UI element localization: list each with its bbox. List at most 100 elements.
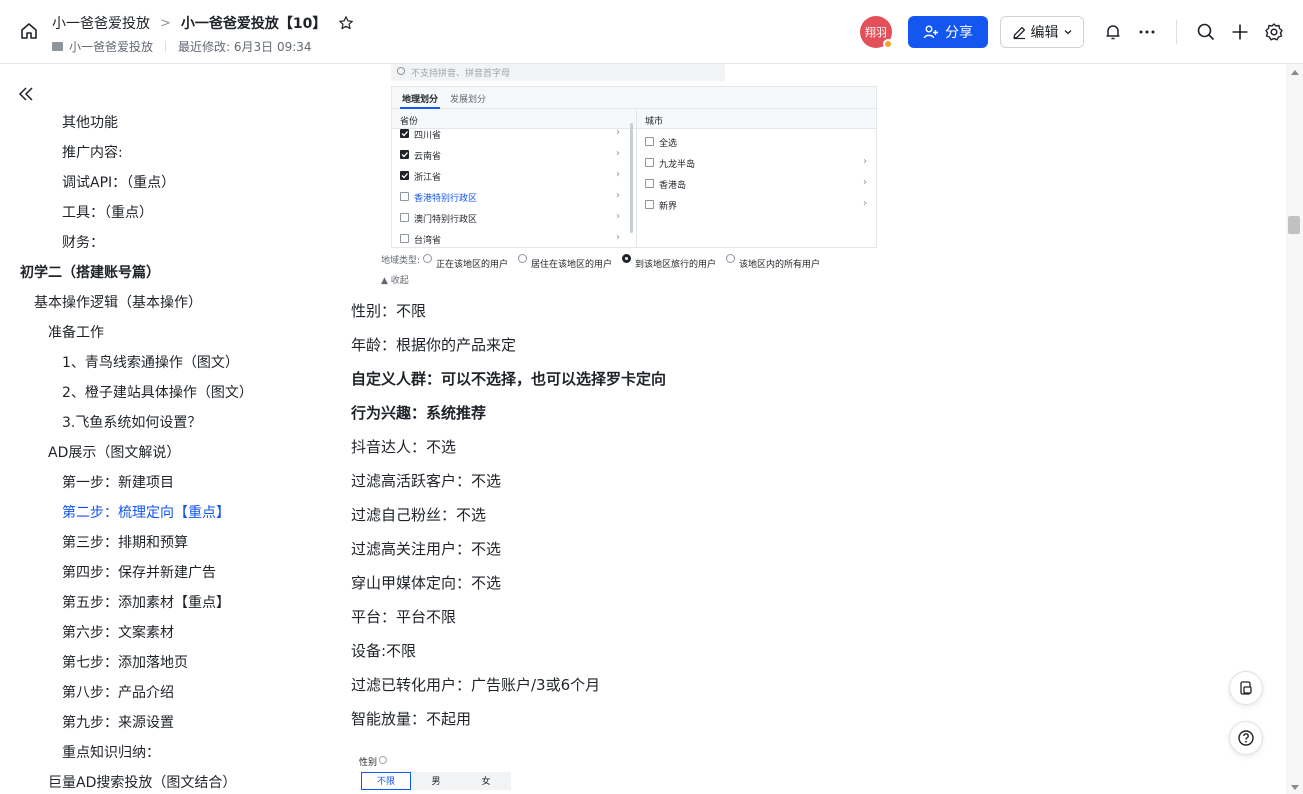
star-icon[interactable]	[338, 15, 354, 31]
collapse-sidebar-icon[interactable]	[16, 84, 36, 104]
scrollbar[interactable]	[1286, 64, 1303, 794]
paragraph: 自定义人群：可以不选择，也可以选择罗卡定向	[351, 370, 667, 388]
province-row[interactable]: 台湾省 ›	[392, 228, 636, 249]
toc-item[interactable]: 巨量AD搜索投放（图文结合）	[0, 768, 330, 794]
checkbox[interactable]	[400, 129, 409, 138]
share-button[interactable]: 分享	[908, 16, 988, 48]
col-city: 城市	[645, 117, 664, 127]
checkbox[interactable]	[645, 137, 654, 146]
toc-item[interactable]: 第三步：排期和预算	[0, 528, 330, 558]
breadcrumb-parent[interactable]: 小一爸爸爱投放	[52, 13, 150, 33]
help-button[interactable]	[1229, 721, 1263, 755]
radio[interactable]	[622, 254, 632, 263]
top-bar: 小一爸爸爱投放 > 小一爸爸爱投放【10】 小一爸爸爱投放 最近修改: 6月3日…	[0, 0, 1303, 64]
plus-icon[interactable]	[1229, 21, 1251, 43]
search-icon[interactable]	[1195, 21, 1217, 43]
toc-item[interactable]: AD展示（图文解说）	[0, 438, 330, 468]
toc-item[interactable]: 第八步：产品介绍	[0, 678, 330, 708]
checkbox[interactable]	[400, 171, 409, 180]
folder-name[interactable]: 小一爸爸爱投放	[69, 38, 153, 55]
city-row[interactable]: 全选	[637, 133, 876, 154]
radio[interactable]	[423, 254, 432, 263]
radio-option[interactable]: 该地区内的所有用户	[726, 252, 820, 271]
toc-item[interactable]: 第七步：添加落地页	[0, 648, 330, 678]
paragraph: 行为兴趣：系统推荐	[351, 404, 487, 422]
toc-item[interactable]: 财务：	[0, 228, 330, 258]
toc-item[interactable]: 第一步：新建项目	[0, 468, 330, 498]
city-label: 全选	[659, 139, 678, 149]
toc-item[interactable]: 第五步：添加素材【重点】	[0, 588, 330, 618]
city-row[interactable]: 九龙半岛 ›	[637, 154, 876, 175]
document-icon	[1240, 681, 1252, 695]
chevron-right-icon: ›	[616, 211, 620, 222]
toc-item[interactable]: 工具：（重点）	[0, 198, 330, 228]
province-scrollbar[interactable]	[630, 123, 633, 233]
gender-option[interactable]: 男	[411, 772, 461, 790]
toc-item[interactable]: 重点知识归纳：	[0, 738, 330, 768]
add-user-icon	[923, 25, 938, 39]
gender-options: 不限男女	[361, 772, 511, 790]
toc-item[interactable]: 准备工作	[0, 318, 330, 348]
outline-toggle-button[interactable]	[1229, 671, 1263, 705]
checkbox[interactable]	[645, 158, 654, 167]
gender-option[interactable]: 女	[461, 772, 511, 790]
toc-item[interactable]: 基本操作逻辑（基本操作）	[0, 288, 330, 318]
home-icon[interactable]	[18, 20, 40, 42]
toc-item[interactable]: 3.飞鱼系统如何设置？	[0, 408, 330, 438]
radio-option[interactable]: 到该地区旅行的用户	[622, 252, 716, 271]
checkbox[interactable]	[400, 234, 409, 243]
toc-item[interactable]: 第四步：保存并新建广告	[0, 558, 330, 588]
checkbox[interactable]	[645, 200, 654, 209]
checkbox[interactable]	[400, 150, 409, 159]
paragraph: 过滤已转化用户：广告账户/3或6个月	[351, 676, 601, 694]
scroll-up-arrow[interactable]	[1291, 70, 1299, 75]
city-row[interactable]: 新界 ›	[637, 196, 876, 217]
toc-item[interactable]: 推广内容:	[0, 138, 330, 168]
city-list: 全选九龙半岛 › 香港岛 › 新界 ›	[637, 133, 876, 217]
region-type-row: 地域类型: 正在该地区的用户 居住在该地区的用户 到该地区旅行的用户 该地区内的所有用…	[381, 252, 921, 270]
province-row[interactable]: 四川省 ›	[392, 123, 636, 144]
city-label: 九龙半岛	[659, 160, 696, 170]
radio[interactable]	[518, 254, 528, 263]
edit-button[interactable]: 编辑	[1000, 16, 1084, 48]
toc-item[interactable]: 第六步：文案素材	[0, 618, 330, 648]
gender-option[interactable]: 不限	[361, 772, 411, 790]
toc-item[interactable]: 第九步：来源设置	[0, 708, 330, 738]
radio[interactable]	[726, 254, 736, 263]
province-row[interactable]: 澳门特别行政区 ›	[392, 207, 636, 228]
paragraph: 设备:不限	[351, 642, 417, 660]
region-tabs: 地理划分 发展划分	[392, 87, 876, 109]
scroll-thumb[interactable]	[1288, 216, 1300, 234]
gear-icon[interactable]	[1263, 21, 1285, 43]
province-label: 四川省	[414, 131, 442, 141]
toc-item[interactable]: 2、橙子建站具体操作（图文）	[0, 378, 330, 408]
toc-item[interactable]: 调试API：（重点）	[0, 168, 330, 198]
checkbox[interactable]	[400, 213, 409, 222]
checkbox[interactable]	[645, 179, 654, 188]
tab-dev: 发展划分	[450, 95, 487, 105]
toc-item[interactable]: 初学二（搭建账号篇）	[0, 258, 330, 288]
province-row[interactable]: 浙江省 ›	[392, 165, 636, 186]
city-row[interactable]: 香港岛 ›	[637, 175, 876, 196]
paragraph: 过滤自己粉丝：不选	[351, 506, 487, 524]
breadcrumb: 小一爸爸爱投放 > 小一爸爸爱投放【10】	[52, 13, 354, 33]
toc-item[interactable]: 其他功能	[0, 108, 330, 138]
more-icon[interactable]	[1136, 21, 1158, 43]
radio-option[interactable]: 居住在该地区的用户	[518, 252, 612, 271]
header-divider	[1176, 20, 1177, 44]
checkbox[interactable]	[400, 192, 409, 201]
avatar[interactable]: 翔羽	[860, 16, 893, 49]
radio-option[interactable]: 正在该地区的用户	[423, 252, 508, 271]
toc-item[interactable]: 第二步：梳理定向【重点】	[0, 498, 330, 528]
chevron-right-icon: ›	[616, 127, 620, 138]
radio-label: 到该地区旅行的用户	[635, 260, 717, 270]
help-icon	[379, 756, 387, 764]
edit-label: 编辑	[1030, 25, 1059, 41]
province-row[interactable]: 香港特别行政区 ›	[392, 186, 636, 207]
scroll-down-arrow[interactable]	[1291, 785, 1299, 790]
province-row[interactable]: 云南省 ›	[392, 144, 636, 165]
bell-icon[interactable]	[1102, 21, 1124, 43]
toc-item[interactable]: 1、青鸟线索通操作（图文）	[0, 348, 330, 378]
chevron-right-icon: ›	[616, 232, 620, 243]
region-panel: 地理划分 发展划分 省份 城市 四川省 › 云南省 › 浙江省 › 香港特别行政区 › 澳门特别…	[391, 86, 877, 248]
